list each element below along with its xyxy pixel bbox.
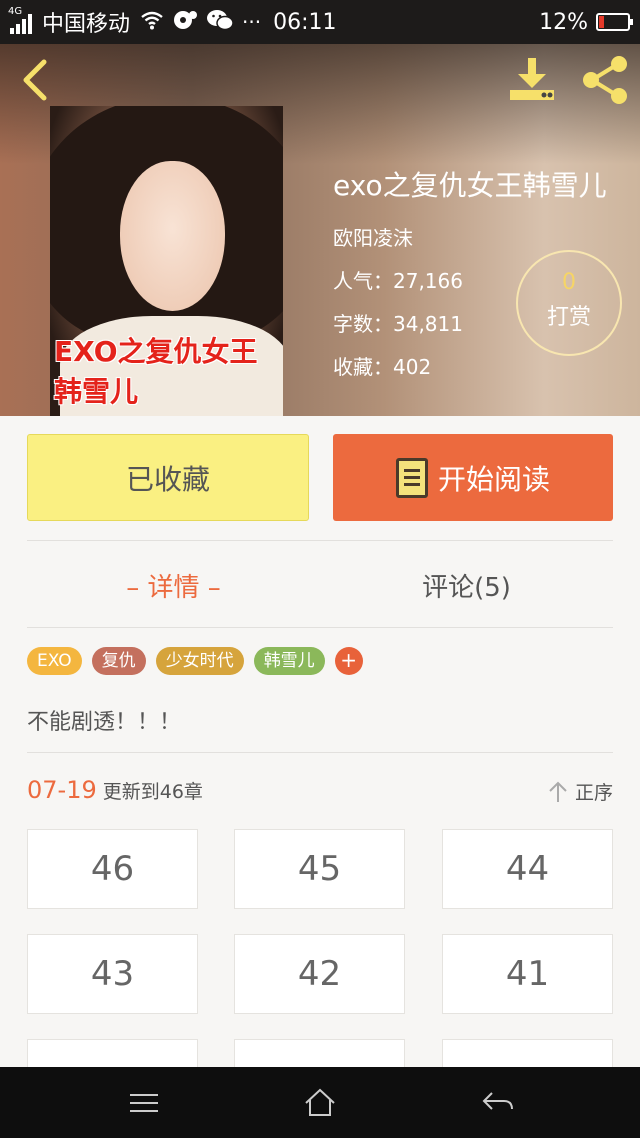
chapter-cell[interactable]: 43 <box>27 934 198 1014</box>
message-icon <box>172 9 198 36</box>
more-icon: ··· <box>242 10 262 34</box>
collect-label: 已收藏 <box>125 462 210 496</box>
download-icon <box>510 58 554 100</box>
network-type: 4G <box>8 6 23 17</box>
tag-snsd[interactable]: 少女时代 <box>155 647 244 675</box>
cover-title: EXO之复仇女王韩雪儿 <box>54 335 258 408</box>
tag-list: EXO 复仇 少女时代 韩雪儿 + <box>27 647 363 675</box>
battery-percent: 12% <box>539 9 588 35</box>
chapter-cell[interactable]: 41 <box>442 934 613 1014</box>
sort-label: 正序 <box>574 782 613 804</box>
tab-details-label: – 详情 – <box>126 572 221 603</box>
divider <box>27 752 613 753</box>
menu-button[interactable] <box>124 1085 164 1121</box>
chevron-left-icon <box>23 59 47 101</box>
chapter-cell[interactable] <box>234 1039 405 1067</box>
chapter-cell[interactable]: 46 <box>27 829 198 909</box>
divider <box>27 627 613 628</box>
divider <box>27 540 613 541</box>
menu-icon <box>130 1094 158 1112</box>
home-button[interactable] <box>300 1085 340 1121</box>
start-reading-button[interactable]: 开始阅读 <box>333 434 613 521</box>
add-tag-button[interactable]: + <box>334 647 363 675</box>
book-description: 不能剧透！！！ <box>27 710 182 735</box>
chapter-cell[interactable] <box>27 1039 198 1067</box>
battery-icon <box>596 13 633 31</box>
system-nav-bar <box>0 1067 640 1138</box>
chapter-cell[interactable]: 42 <box>234 934 405 1014</box>
update-date: 07-19 <box>27 776 97 804</box>
chapter-cell[interactable]: 44 <box>442 829 613 909</box>
tag-revenge[interactable]: 复仇 <box>91 647 146 675</box>
back-arrow-icon <box>482 1092 513 1110</box>
tab-comments-label: 评论(5) <box>422 572 511 603</box>
update-text: 更新到46章 <box>102 781 203 803</box>
back-button[interactable] <box>16 58 56 102</box>
chapter-grid: 46 45 44 43 42 41 <box>27 829 613 1067</box>
carrier-name: 中国移动 <box>42 12 131 37</box>
tab-details[interactable]: – 详情 – <box>27 560 320 610</box>
wechat-icon <box>206 9 234 36</box>
update-info: 07-19 更新到46章 <box>27 776 203 804</box>
status-bar: 4G 中国移动 ··· 06:11 12% <box>0 0 640 44</box>
book-icon <box>395 457 428 498</box>
back-nav-button[interactable] <box>478 1085 518 1121</box>
book-cover[interactable]: EXO之复仇女王韩雪儿 <box>50 106 283 416</box>
share-button[interactable] <box>578 54 634 106</box>
share-icon <box>583 56 627 104</box>
start-reading-label: 开始阅读 <box>437 462 550 496</box>
clock: 06:11 <box>273 9 337 35</box>
book-author[interactable]: 欧阳凌沫 <box>333 222 607 251</box>
tag-exo[interactable]: EXO <box>27 647 82 675</box>
reward-button[interactable]: 0 打赏 <box>516 250 622 356</box>
signal-icon: 4G <box>8 6 32 34</box>
book-title: exo之复仇女王韩雪儿 <box>333 169 607 202</box>
chapter-cell[interactable] <box>442 1039 613 1067</box>
sort-button[interactable]: 正序 <box>547 778 613 805</box>
collect-button[interactable]: 已收藏 <box>27 434 309 521</box>
book-header: EXO之复仇女王韩雪儿 exo之复仇女王韩雪儿 欧阳凌沫 人气：27,166 字… <box>0 44 640 416</box>
tag-han-xueer[interactable]: 韩雪儿 <box>253 647 325 675</box>
wifi-icon <box>140 10 164 35</box>
chapter-cell[interactable]: 45 <box>234 829 405 909</box>
download-button[interactable] <box>504 54 560 106</box>
reward-count: 0 <box>562 270 576 295</box>
home-icon <box>305 1088 335 1116</box>
tab-comments[interactable]: 评论(5) <box>320 560 613 610</box>
arrow-up-icon <box>549 781 567 802</box>
reward-label: 打赏 <box>546 305 591 330</box>
